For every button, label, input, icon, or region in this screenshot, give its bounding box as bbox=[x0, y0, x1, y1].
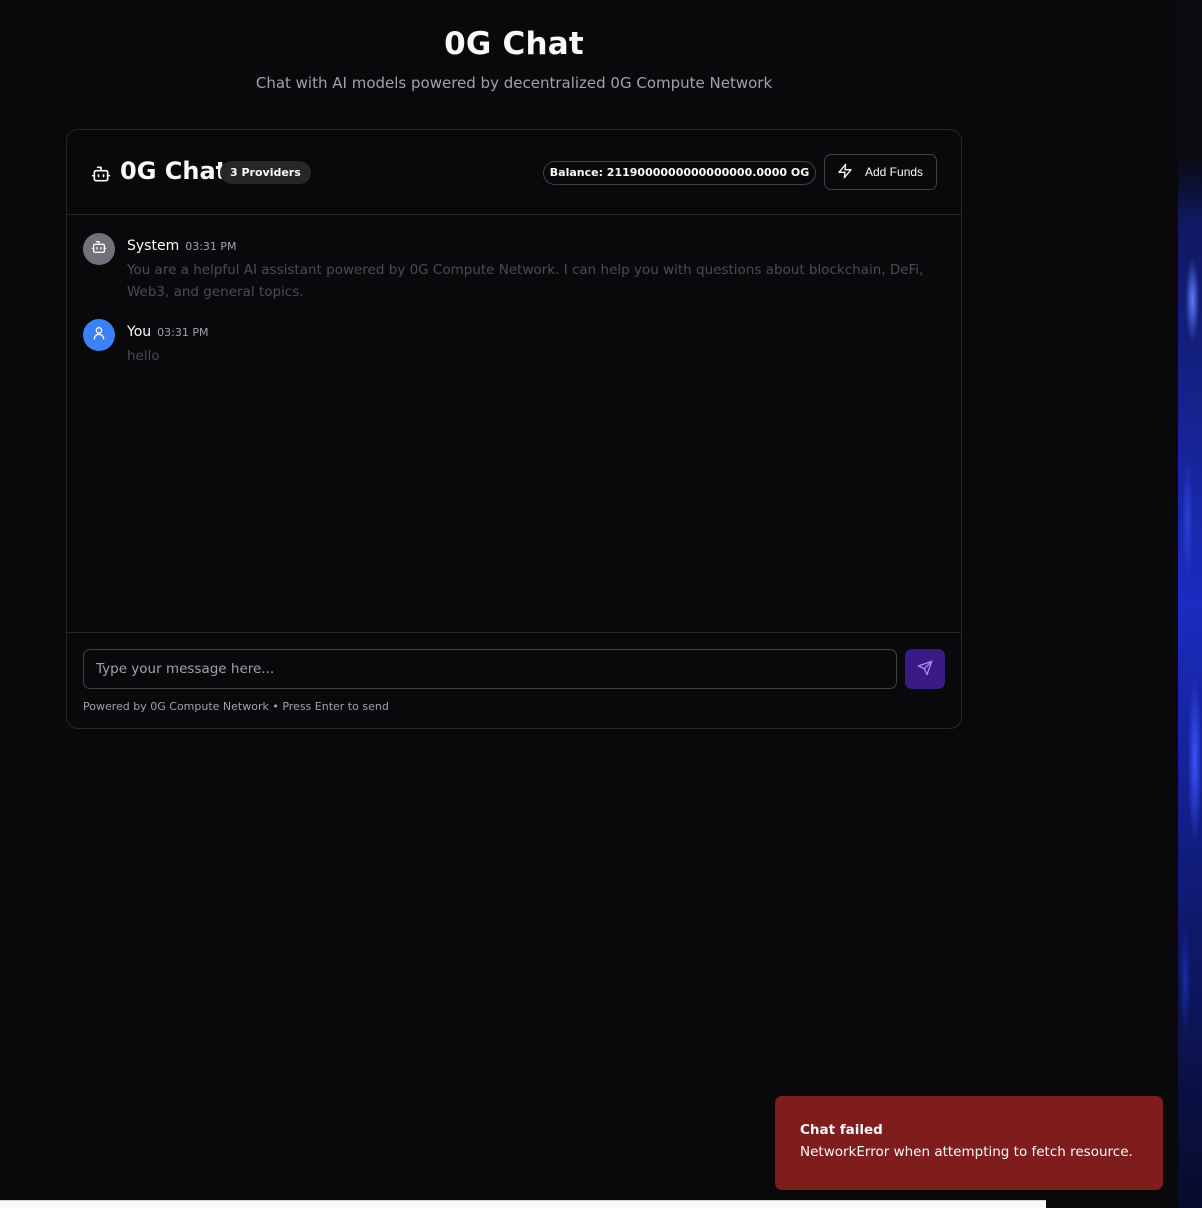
page: 0G Chat Chat with AI models powered by d… bbox=[0, 0, 1202, 1208]
message-author: You bbox=[127, 324, 152, 340]
toast-description: NetworkError when attempting to fetch re… bbox=[800, 1144, 1133, 1160]
user-icon bbox=[91, 325, 107, 345]
message-time: 03:31 PM bbox=[185, 240, 237, 253]
bot-icon bbox=[91, 239, 107, 259]
message-text: You are a helpful AI assistant powered b… bbox=[127, 262, 924, 300]
chat-header: 0G Chat 3 Providers Balance: 21190000000… bbox=[67, 130, 961, 215]
bot-icon bbox=[91, 164, 111, 184]
page-title: 0G Chat bbox=[444, 26, 584, 62]
chat-card: 0G Chat 3 Providers Balance: 21190000000… bbox=[66, 129, 962, 729]
message-text: hello bbox=[127, 348, 160, 364]
zap-icon bbox=[837, 163, 853, 182]
message-author: System bbox=[127, 238, 180, 254]
avatar bbox=[83, 233, 115, 265]
composer: Powered by 0G Compute Network • Press En… bbox=[67, 632, 961, 729]
message-list: System 03:31 PM You are a helpful AI assi… bbox=[67, 216, 961, 631]
avatar bbox=[83, 319, 115, 351]
send-icon bbox=[917, 660, 933, 679]
add-funds-button[interactable]: Add Funds bbox=[824, 154, 937, 190]
providers-badge: 3 Providers bbox=[220, 161, 311, 184]
background-fragment bbox=[0, 1200, 1046, 1208]
send-button[interactable] bbox=[905, 649, 945, 689]
message-input[interactable] bbox=[83, 649, 897, 689]
toast-title: Chat failed bbox=[800, 1122, 883, 1138]
background-strip bbox=[1178, 0, 1202, 1208]
error-toast[interactable]: Chat failed NetworkError when attempting… bbox=[775, 1096, 1163, 1190]
page-subtitle: Chat with AI models powered by decentral… bbox=[255, 74, 773, 92]
add-funds-label: Add Funds bbox=[865, 165, 924, 179]
message-header: System 03:31 PM bbox=[127, 235, 237, 254]
balance-badge: Balance: 2119000000000000000.0000 OG bbox=[543, 161, 816, 185]
chat-title: 0G Chat bbox=[120, 157, 228, 185]
message-time: 03:31 PM bbox=[157, 326, 209, 339]
message-header: You 03:31 PM bbox=[127, 321, 208, 340]
composer-hint: Powered by 0G Compute Network • Press En… bbox=[83, 700, 389, 713]
